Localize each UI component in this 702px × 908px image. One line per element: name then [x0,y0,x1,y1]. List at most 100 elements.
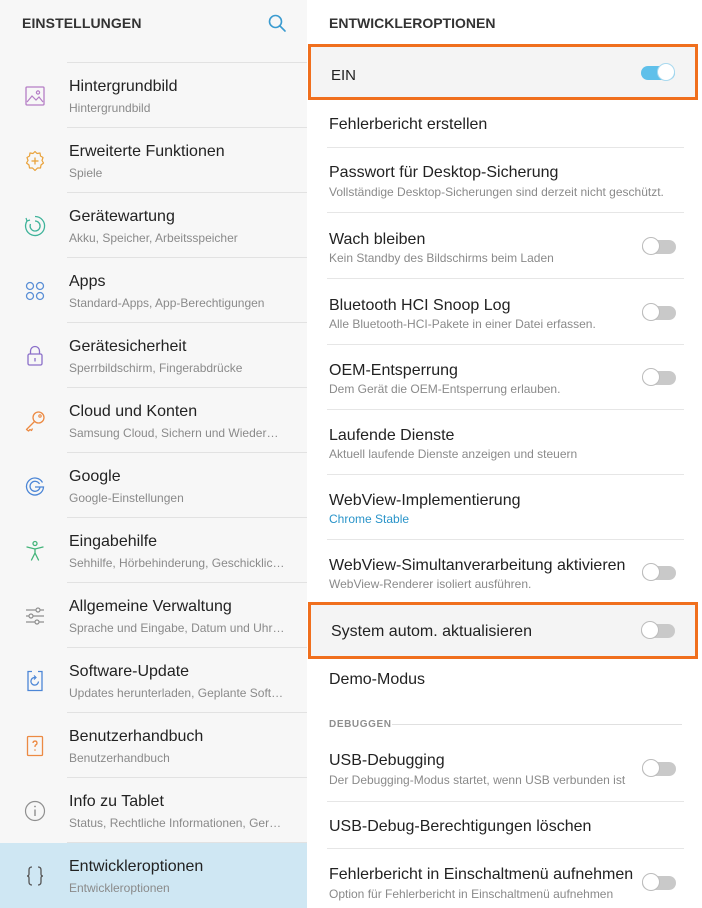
item-title: USB-Debug-Berechtigungen löschen [329,818,592,835]
bug-report-power-menu-toggle[interactable] [642,873,676,893]
usb-debugging-toggle[interactable] [642,759,676,779]
item-subtitle: Alle Bluetooth-HCI-Pakete in einer Datei… [329,317,596,331]
item-usb-debugging[interactable]: USB-Debugging Der Debugging-Modus starte… [307,736,702,802]
sidebar-item-label: Info zu Tablet [69,793,164,810]
section-divider [392,724,682,725]
item-title: System autom. aktualisieren [331,623,532,640]
sidebar-item-label: Gerätesicherheit [69,338,187,355]
sidebar-item-hintergrundbild[interactable]: Hintergrundbild Hintergrundbild [0,63,307,128]
sidebar-item-apps[interactable]: Apps Standard-Apps, App-Berechtigungen [0,258,307,323]
master-toggle-row[interactable]: EIN [308,44,698,100]
sidebar-item-label: Allgemeine Verwaltung [69,598,232,615]
item-subtitle: Chrome Stable [329,512,410,526]
sidebar-item-label: Apps [69,273,106,290]
sidebar-item-sublabel: Google-Einstellungen [69,491,184,505]
item-title: Laufende Dienste [329,427,455,444]
sidebar-item-label: Eingabehilfe [69,533,158,550]
item-running-services[interactable]: Laufende Dienste Aktuell laufende Dienst… [307,410,702,475]
item-bluetooth-hci-snoop[interactable]: Bluetooth HCI Snoop Log Alle Bluetooth-H… [307,279,702,345]
item-stay-awake[interactable]: Wach bleiben Kein Standby des Bildschirm… [307,213,702,279]
item-auto-system-update[interactable]: System autom. aktualisieren [308,602,698,659]
item-subtitle: Kein Standby des Bildschirms beim Laden [329,251,554,265]
auto-system-update-toggle[interactable] [641,621,675,641]
item-title: Wach bleiben [329,231,426,248]
sidebar-item-sublabel: Updates herunterladen, Geplante Softw… [69,686,285,700]
item-oem-unlock[interactable]: OEM-Entsperrung Dem Gerät die OEM-Entspe… [307,345,702,410]
sidebar-item-info-zu-tablet[interactable]: Info zu Tablet Status, Rechtliche Inform… [0,778,307,843]
item-subtitle: Aktuell laufende Dienste anzeigen und st… [329,447,578,461]
sidebar-item-sublabel: Sperrbildschirm, Fingerabdrücke [69,361,243,375]
manual-icon [26,735,44,757]
sidebar-item-label: Gerätewartung [69,208,175,225]
item-bug-report-power-menu[interactable]: Fehlerbericht in Einschaltmenü aufnehmen… [307,849,702,908]
sidebar-item-sublabel: Hintergrundbild [69,101,151,115]
sidebar-item-benutzerhandbuch[interactable]: Benutzerhandbuch Benutzerhandbuch [0,713,307,778]
sidebar-item-label: Software-Update [69,663,190,680]
sidebar-item-sublabel: Status, Rechtliche Informationen, Gerät… [69,816,285,830]
info-icon [24,800,46,822]
sidebar-item-google[interactable]: Google Google-Einstellungen [0,453,307,518]
item-desktop-backup-password[interactable]: Passwort für Desktop-Sicherung Vollständ… [307,148,702,213]
sidebar-item-sublabel: Sehhilfe, Hörbehinderung, Geschicklich… [69,556,285,570]
item-subtitle: Vollständige Desktop-Sicherungen sind de… [329,185,664,199]
image-icon [25,86,45,106]
item-subtitle: Dem Gerät die OEM-Entsperrung erlauben. [329,382,561,396]
sidebar-item-geraetewartung[interactable]: Gerätewartung Akku, Speicher, Arbeitsspe… [0,193,307,258]
item-title: OEM-Entsperrung [329,362,458,379]
sidebar-header: EINSTELLUNGEN [0,0,307,47]
google-icon [25,477,45,496]
sidebar-item-sublabel: Samsung Cloud, Sichern und Wiederher… [69,426,285,440]
bluetooth-hci-toggle[interactable] [642,303,676,323]
item-title: WebView-Implementierung [329,492,521,509]
sidebar-item-sublabel: Spiele [69,166,103,180]
item-webview-implementation[interactable]: WebView-Implementierung Chrome Stable [307,475,702,540]
sidebar-item-eingabehilfe[interactable]: Eingabehilfe Sehhilfe, Hörbehinderung, G… [0,518,307,583]
item-title: Bluetooth HCI Snoop Log [329,297,511,314]
developer-options-panel: ENTWICKLEROPTIONEN EIN Fehlerbericht ers… [307,0,702,908]
item-title: Fehlerbericht erstellen [329,116,488,133]
sliders-icon [26,607,44,625]
sidebar-item-label: Benutzerhandbuch [69,728,204,745]
sidebar-item-allgemeine-verwaltung[interactable]: Allgemeine Verwaltung Sprache und Eingab… [0,583,307,648]
item-webview-multiprocess[interactable]: WebView-Simultanverarbeitung aktivieren … [307,540,702,602]
item-demo-mode[interactable]: Demo-Modus [307,661,702,707]
item-revoke-usb-debug-auth[interactable]: USB-Debug-Berechtigungen löschen [307,802,702,849]
item-subtitle: Option für Fehlerbericht in Einschaltmen… [329,887,614,901]
sidebar-item-label: Cloud und Konten [69,403,198,420]
sidebar-item-label: Hintergrundbild [69,78,178,95]
item-bug-report[interactable]: Fehlerbericht erstellen [307,102,702,148]
sidebar-item-sublabel: Standard-Apps, App-Berechtigungen [69,296,265,310]
sidebar-title: EINSTELLUNGEN [22,15,142,31]
item-title: Demo-Modus [329,671,426,688]
oem-unlock-toggle[interactable] [642,368,676,388]
sidebar-item-software-update[interactable]: Software-Update Updates herunterladen, G… [0,648,307,713]
search-icon[interactable] [267,13,287,33]
key-icon [25,411,45,432]
sidebar-item-sublabel: Benutzerhandbuch [69,751,170,765]
sidebar-item-label: Erweiterte Funktionen [69,143,225,160]
item-title: USB-Debugging [329,752,445,769]
stay-awake-toggle[interactable] [642,237,676,257]
section-header-debugging: DEBUGGEN [329,719,392,730]
sidebar-item-label: Google [69,468,121,485]
software-update-icon [27,670,43,692]
sidebar-item-geraetesicherheit[interactable]: Gerätesicherheit Sperrbildschirm, Finger… [0,323,307,388]
webview-multiprocess-toggle[interactable] [642,563,676,583]
master-toggle-label: EIN [331,67,357,84]
sidebar-item-erweiterte-funktionen[interactable]: Erweiterte Funktionen Spiele [0,128,307,193]
master-toggle-switch[interactable] [641,63,675,83]
lock-icon [27,345,43,366]
sidebar-item-entwickleroptionen[interactable]: Entwickleroptionen Entwickleroptionen [0,843,307,908]
accessibility-icon [26,540,44,561]
settings-sidebar: EINSTELLUNGEN Hintergrundbild Hintergrun… [0,0,307,908]
sidebar-item-sublabel: Sprache und Eingabe, Datum und Uhrze… [69,621,285,635]
item-subtitle: Der Debugging-Modus startet, wenn USB ve… [329,773,626,787]
plus-gear-icon [25,150,45,172]
page-title: ENTWICKLEROPTIONEN [329,15,496,31]
apps-grid-icon [25,281,45,301]
item-title: Fehlerbericht in Einschaltmenü aufnehmen [329,866,634,883]
sidebar-item-cloud-und-konten[interactable]: Cloud und Konten Samsung Cloud, Sichern … [0,388,307,453]
sidebar-item-label: Entwickleroptionen [69,858,204,875]
item-subtitle: WebView-Renderer isoliert ausführen. [329,577,532,591]
item-title: WebView-Simultanverarbeitung aktivieren [329,557,626,574]
